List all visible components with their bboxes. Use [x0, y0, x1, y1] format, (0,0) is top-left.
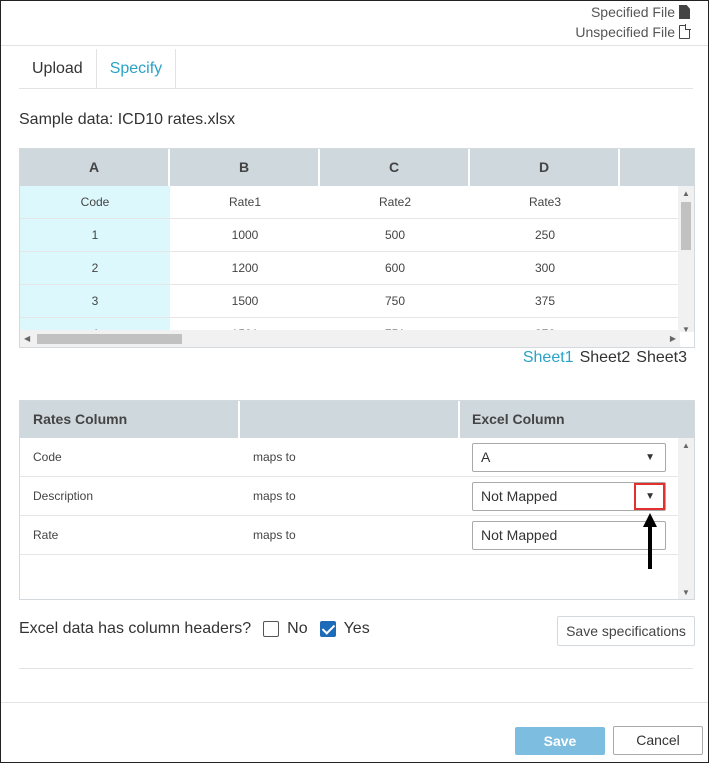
grid-cell: 1 — [20, 219, 170, 251]
grid-cell: 500 — [384, 228, 406, 242]
legend-unspecified-label: Unspecified File — [575, 24, 675, 40]
yes-label: Yes — [343, 620, 370, 637]
divider — [1, 45, 708, 46]
maps-to-label: maps to — [253, 528, 296, 542]
file-filled-icon — [679, 5, 690, 19]
footer-divider — [1, 702, 708, 703]
file-outline-icon — [679, 24, 691, 39]
legend-specified: Specified File — [575, 2, 690, 22]
grid-cell: 750 — [384, 294, 406, 308]
save-button[interactable]: Save — [515, 727, 605, 755]
grid-cell: 2 — [20, 252, 170, 284]
mapping-row-rate: Rate maps to Not Mapped — [20, 516, 680, 555]
no-label: No — [287, 620, 308, 637]
grid-body: Code Rate1 Rate2 Rate3 1 1000 500 250 2 … — [20, 186, 680, 332]
grid-cell: 1500 — [231, 294, 259, 308]
select-value: Not Mapped — [481, 488, 558, 504]
grid-header-row: A B C D — [20, 149, 694, 186]
grid-cell: 1200 — [231, 261, 259, 275]
divider — [19, 668, 693, 669]
select-value: A — [481, 449, 491, 465]
tab-upload[interactable]: Upload — [19, 49, 96, 89]
highlight-box — [634, 483, 665, 510]
scroll-right-icon[interactable]: ▶ — [670, 335, 676, 343]
maps-to-label: maps to — [253, 450, 296, 464]
scroll-down-icon[interactable]: ▼ — [682, 326, 690, 334]
scroll-up-icon[interactable]: ▲ — [682, 190, 690, 198]
sample-data-title: Sample data: ICD10 rates.xlsx — [19, 111, 236, 128]
mapping-header-blank — [240, 401, 460, 438]
sheet-tab-1[interactable]: Sheet1 — [523, 349, 574, 367]
grid-cell: 375 — [534, 294, 556, 308]
mapping-vertical-scrollbar[interactable]: ▲ ▼ — [678, 438, 694, 599]
sample-data-grid: A B C D Code Rate1 Rate2 Rate3 1 1000 50… — [19, 148, 695, 348]
sheet-tabs: Sheet1 Sheet2 Sheet3 — [523, 349, 687, 367]
scroll-down-icon[interactable]: ▼ — [682, 589, 690, 597]
mapping-header-excel-column: Excel Column — [472, 411, 565, 427]
legend-unspecified: Unspecified File — [575, 22, 691, 42]
rates-column-label: Code — [33, 450, 62, 464]
grid-vertical-scroll-thumb[interactable] — [681, 202, 691, 250]
grid-column-header — [620, 149, 694, 186]
maps-to-label: maps to — [253, 489, 296, 503]
mapping-header-row: Rates Column Excel Column — [20, 401, 694, 438]
grid-cell — [620, 219, 680, 251]
grid-cell: Rate3 — [528, 195, 562, 209]
sheet-tab-3[interactable]: Sheet3 — [636, 349, 687, 367]
column-mapping-table: Rates Column Excel Column Code maps to A… — [19, 400, 695, 600]
grid-vertical-scrollbar[interactable]: ▲ ▼ — [678, 186, 694, 334]
tab-bar: Upload Specify — [19, 49, 177, 89]
grid-cell: Code — [20, 186, 170, 218]
pointer-arrow-icon — [643, 513, 657, 569]
grid-cell: Rate1 — [228, 195, 262, 209]
no-checkbox[interactable] — [263, 621, 280, 637]
grid-cell — [620, 252, 680, 284]
column-headers-label: Excel data has column headers? — [19, 620, 252, 637]
excel-column-select-code[interactable]: A ▼ — [472, 443, 666, 472]
save-specifications-button[interactable]: Save specifications — [557, 616, 695, 646]
excel-column-select-rate[interactable]: Not Mapped — [472, 521, 666, 550]
grid-cell — [620, 285, 680, 317]
legend-specified-label: Specified File — [590, 4, 675, 20]
grid-column-header: A — [20, 149, 170, 186]
grid-row: 2 1200 600 300 — [20, 252, 680, 285]
select-value: Not Mapped — [481, 527, 558, 543]
grid-horizontal-scroll-thumb[interactable] — [37, 334, 182, 344]
scroll-up-icon[interactable]: ▲ — [682, 442, 690, 450]
dialog: Specified File Unspecified File Upload S… — [0, 0, 709, 763]
tab-specify[interactable]: Specify — [95, 49, 177, 89]
scroll-left-icon[interactable]: ◀ — [24, 335, 30, 343]
yes-checkbox[interactable] — [319, 621, 336, 637]
file-legend: Specified File Unspecified File — [575, 2, 691, 42]
sheet-tab-2[interactable]: Sheet2 — [580, 349, 631, 367]
grid-cell — [620, 186, 680, 218]
grid-row: Code Rate1 Rate2 Rate3 — [20, 186, 680, 219]
rates-column-label: Description — [33, 489, 94, 503]
cancel-button[interactable]: Cancel — [613, 726, 703, 755]
grid-column-header: D — [470, 149, 620, 186]
grid-horizontal-scrollbar[interactable]: ◀ ▶ — [20, 330, 680, 347]
tabs-divider — [19, 88, 693, 89]
grid-cell: 1000 — [231, 228, 259, 242]
grid-row: 3 1500 750 375 — [20, 285, 680, 318]
mapping-row-description: Description maps to Not Mapped ▼ — [20, 477, 680, 516]
grid-column-header: B — [170, 149, 320, 186]
mapping-header-rates-column: Rates Column — [20, 401, 240, 438]
dropdown-arrow-icon[interactable]: ▼ — [645, 444, 655, 471]
grid-cell: 3 — [20, 285, 170, 317]
grid-column-header: C — [320, 149, 470, 186]
grid-row: 1 1000 500 250 — [20, 219, 680, 252]
excel-column-select-description[interactable]: Not Mapped ▼ — [472, 482, 666, 511]
grid-cell: 250 — [534, 228, 556, 242]
column-headers-question: Excel data has column headers? No Yes — [19, 620, 370, 638]
grid-cell: 300 — [534, 261, 556, 275]
grid-cell: 600 — [384, 261, 406, 275]
mapping-row-code: Code maps to A ▼ — [20, 438, 680, 477]
rates-column-label: Rate — [33, 528, 59, 542]
grid-cell: Rate2 — [378, 195, 412, 209]
